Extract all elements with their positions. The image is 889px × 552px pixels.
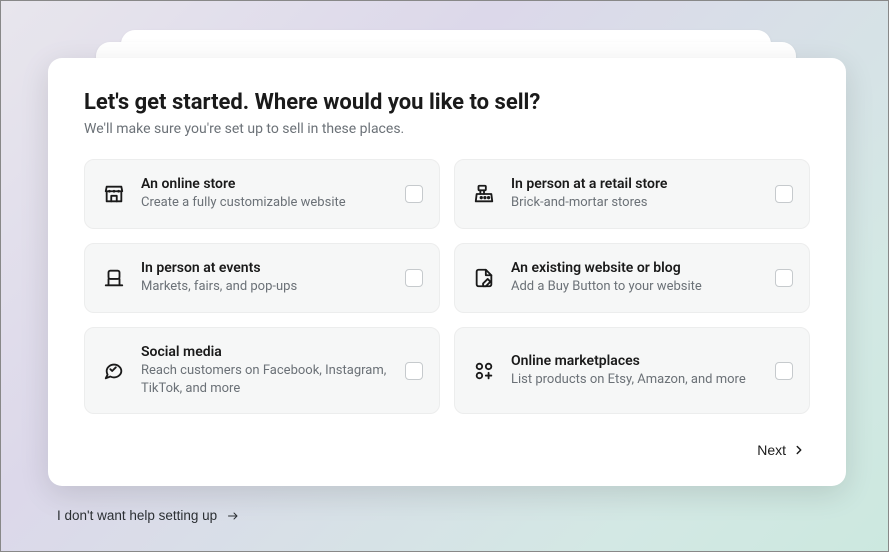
next-button[interactable]: Next bbox=[753, 436, 810, 464]
skip-setup-link[interactable]: I don't want help setting up bbox=[57, 508, 241, 523]
marketplace-icon bbox=[471, 360, 497, 382]
option-online-store[interactable]: An online store Create a fully customiza… bbox=[84, 159, 440, 229]
option-desc: List products on Etsy, Amazon, and more bbox=[511, 371, 761, 389]
skip-label: I don't want help setting up bbox=[57, 508, 217, 523]
option-desc: Reach customers on Facebook, Instagram, … bbox=[141, 362, 391, 397]
booth-icon bbox=[101, 267, 127, 289]
option-events[interactable]: In person at events Markets, fairs, and … bbox=[84, 243, 440, 313]
chevron-right-icon bbox=[792, 443, 806, 457]
card-footer: Next bbox=[84, 436, 810, 464]
cash-register-icon bbox=[471, 183, 497, 205]
chat-bubble-icon bbox=[101, 360, 127, 382]
checkbox[interactable] bbox=[405, 185, 423, 203]
option-title: Social media bbox=[141, 344, 391, 360]
checkbox[interactable] bbox=[405, 362, 423, 380]
option-desc: Markets, fairs, and pop-ups bbox=[141, 278, 391, 296]
options-grid: An online store Create a fully customiza… bbox=[84, 159, 810, 414]
page-title: Let's get started. Where would you like … bbox=[84, 90, 810, 115]
option-text: Social media Reach customers on Facebook… bbox=[141, 344, 391, 397]
onboarding-card: Let's get started. Where would you like … bbox=[48, 58, 846, 486]
option-marketplaces[interactable]: Online marketplaces List products on Ets… bbox=[454, 327, 810, 414]
checkbox[interactable] bbox=[775, 185, 793, 203]
option-retail-store[interactable]: In person at a retail store Brick-and-mo… bbox=[454, 159, 810, 229]
page-subtitle: We'll make sure you're set up to sell in… bbox=[84, 121, 810, 137]
store-icon bbox=[101, 183, 127, 205]
checkbox[interactable] bbox=[405, 269, 423, 287]
option-title: In person at a retail store bbox=[511, 176, 761, 192]
option-text: In person at events Markets, fairs, and … bbox=[141, 260, 391, 296]
option-desc: Brick-and-mortar stores bbox=[511, 194, 761, 212]
option-desc: Create a fully customizable website bbox=[141, 194, 391, 212]
checkbox[interactable] bbox=[775, 269, 793, 287]
checkbox[interactable] bbox=[775, 362, 793, 380]
option-title: In person at events bbox=[141, 260, 391, 276]
option-desc: Add a Buy Button to your website bbox=[511, 278, 761, 296]
document-edit-icon bbox=[471, 267, 497, 289]
option-social-media[interactable]: Social media Reach customers on Facebook… bbox=[84, 327, 440, 414]
arrow-right-icon bbox=[225, 510, 241, 522]
option-text: An existing website or blog Add a Buy Bu… bbox=[511, 260, 761, 296]
option-title: Online marketplaces bbox=[511, 353, 761, 369]
option-title: An online store bbox=[141, 176, 391, 192]
option-title: An existing website or blog bbox=[511, 260, 761, 276]
next-label: Next bbox=[757, 442, 786, 458]
option-text: Online marketplaces List products on Ets… bbox=[511, 353, 761, 389]
option-text: In person at a retail store Brick-and-mo… bbox=[511, 176, 761, 212]
option-website-blog[interactable]: An existing website or blog Add a Buy Bu… bbox=[454, 243, 810, 313]
option-text: An online store Create a fully customiza… bbox=[141, 176, 391, 212]
